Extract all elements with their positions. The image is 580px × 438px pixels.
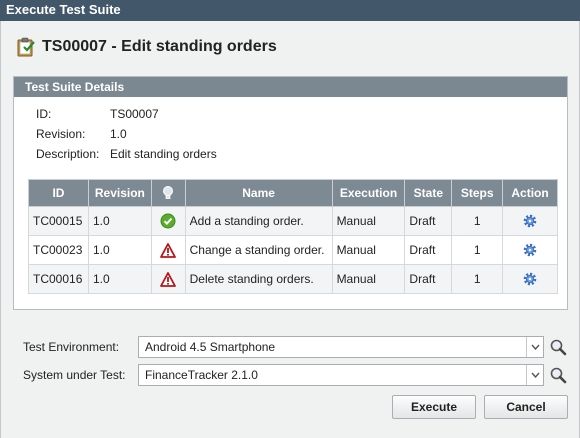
warning-icon: [160, 271, 177, 287]
gear-icon[interactable]: [523, 272, 537, 286]
cell-name: Change a standing order.: [184, 235, 333, 265]
column-header-id[interactable]: ID: [28, 179, 89, 207]
cell-steps: 1: [451, 206, 504, 236]
detail-revision: Revision: 1.0: [36, 127, 217, 147]
cell-id: TC00023: [28, 235, 89, 265]
cell-name: Delete standing orders.: [184, 264, 333, 294]
execute-button[interactable]: Execute: [392, 395, 476, 419]
table-row[interactable]: TC00015 1.0 Add a standing order. Manual…: [28, 206, 558, 236]
detail-description: Description: Edit standing orders: [36, 147, 217, 167]
column-header-name[interactable]: Name: [184, 179, 333, 207]
column-header-execution[interactable]: Execution: [331, 179, 406, 207]
test-suite-details-panel: Test Suite Details ID: TS00007 Revision:…: [13, 76, 568, 310]
cell-execution: Manual: [331, 235, 406, 265]
system-row: System under Test: FinanceTracker 2.1.0: [23, 363, 568, 387]
cell-revision: 1.0: [87, 264, 152, 294]
detail-value: 1.0: [110, 127, 127, 141]
chevron-down-icon[interactable]: [526, 365, 543, 385]
check-icon: [160, 213, 176, 229]
cell-action[interactable]: [502, 264, 558, 294]
cell-action[interactable]: [502, 206, 558, 236]
execute-test-suite-dialog: TS00007 - Edit standing orders Test Suit…: [0, 21, 580, 438]
detail-label: Description:: [36, 147, 100, 161]
cell-status: [150, 206, 186, 236]
clipboard-icon: [17, 37, 35, 57]
cell-execution: Manual: [331, 264, 406, 294]
table-row[interactable]: TC00023 1.0 Change a standing order. Man…: [28, 235, 558, 265]
system-label: System under Test:: [23, 368, 126, 382]
chevron-down-icon[interactable]: [526, 337, 543, 357]
gear-icon[interactable]: [523, 214, 537, 228]
cell-steps: 1: [451, 235, 504, 265]
warning-icon: [160, 242, 177, 258]
column-header-action[interactable]: Action: [502, 179, 558, 207]
cell-revision: 1.0: [87, 206, 152, 236]
cancel-button[interactable]: Cancel: [484, 395, 568, 419]
detail-value: TS00007: [110, 107, 159, 121]
cell-action[interactable]: [502, 235, 558, 265]
environment-label: Test Environment:: [23, 340, 120, 354]
table-header-row: ID Revision Name Execution State Steps A…: [28, 179, 558, 207]
execution-form: Test Environment: Android 4.5 Smartphone…: [23, 335, 568, 391]
cell-status: [150, 264, 186, 294]
cell-revision: 1.0: [87, 235, 152, 265]
gear-icon[interactable]: [523, 243, 537, 257]
search-icon[interactable]: [548, 337, 568, 357]
search-icon[interactable]: [548, 365, 568, 385]
cell-execution: Manual: [331, 206, 406, 236]
detail-label: ID:: [36, 107, 52, 121]
detail-value: Edit standing orders: [110, 147, 217, 161]
environment-row: Test Environment: Android 4.5 Smartphone: [23, 335, 568, 359]
cell-state: Draft: [404, 264, 453, 294]
column-header-steps[interactable]: Steps: [451, 179, 504, 207]
cell-steps: 1: [451, 264, 504, 294]
column-header-state[interactable]: State: [404, 179, 453, 207]
system-value: FinanceTracker 2.1.0: [145, 368, 258, 382]
page-title: TS00007 - Edit standing orders: [42, 38, 277, 55]
detail-label: Revision:: [36, 127, 86, 141]
cell-state: Draft: [404, 235, 453, 265]
lightbulb-icon: [163, 186, 174, 199]
panel-title: Test Suite Details: [14, 77, 567, 97]
test-cases-table: ID Revision Name Execution State Steps A…: [28, 179, 558, 294]
cell-id: TC00015: [28, 206, 89, 236]
suite-heading: TS00007 - Edit standing orders: [16, 36, 277, 58]
environment-value: Android 4.5 Smartphone: [145, 340, 276, 354]
column-header-status[interactable]: [150, 179, 186, 207]
table-row[interactable]: TC00016 1.0 Delete standing orders. Manu…: [28, 264, 558, 294]
cell-id: TC00016: [28, 264, 89, 294]
cell-name: Add a standing order.: [184, 206, 333, 236]
details-list: ID: TS00007 Revision: 1.0 Description: E…: [36, 107, 217, 167]
system-select[interactable]: FinanceTracker 2.1.0: [138, 364, 544, 386]
detail-id: ID: TS00007: [36, 107, 217, 127]
cell-state: Draft: [404, 206, 453, 236]
environment-select[interactable]: Android 4.5 Smartphone: [138, 336, 544, 358]
window-title: Execute Test Suite: [0, 0, 580, 21]
cell-status: [150, 235, 186, 265]
column-header-revision[interactable]: Revision: [87, 179, 152, 207]
